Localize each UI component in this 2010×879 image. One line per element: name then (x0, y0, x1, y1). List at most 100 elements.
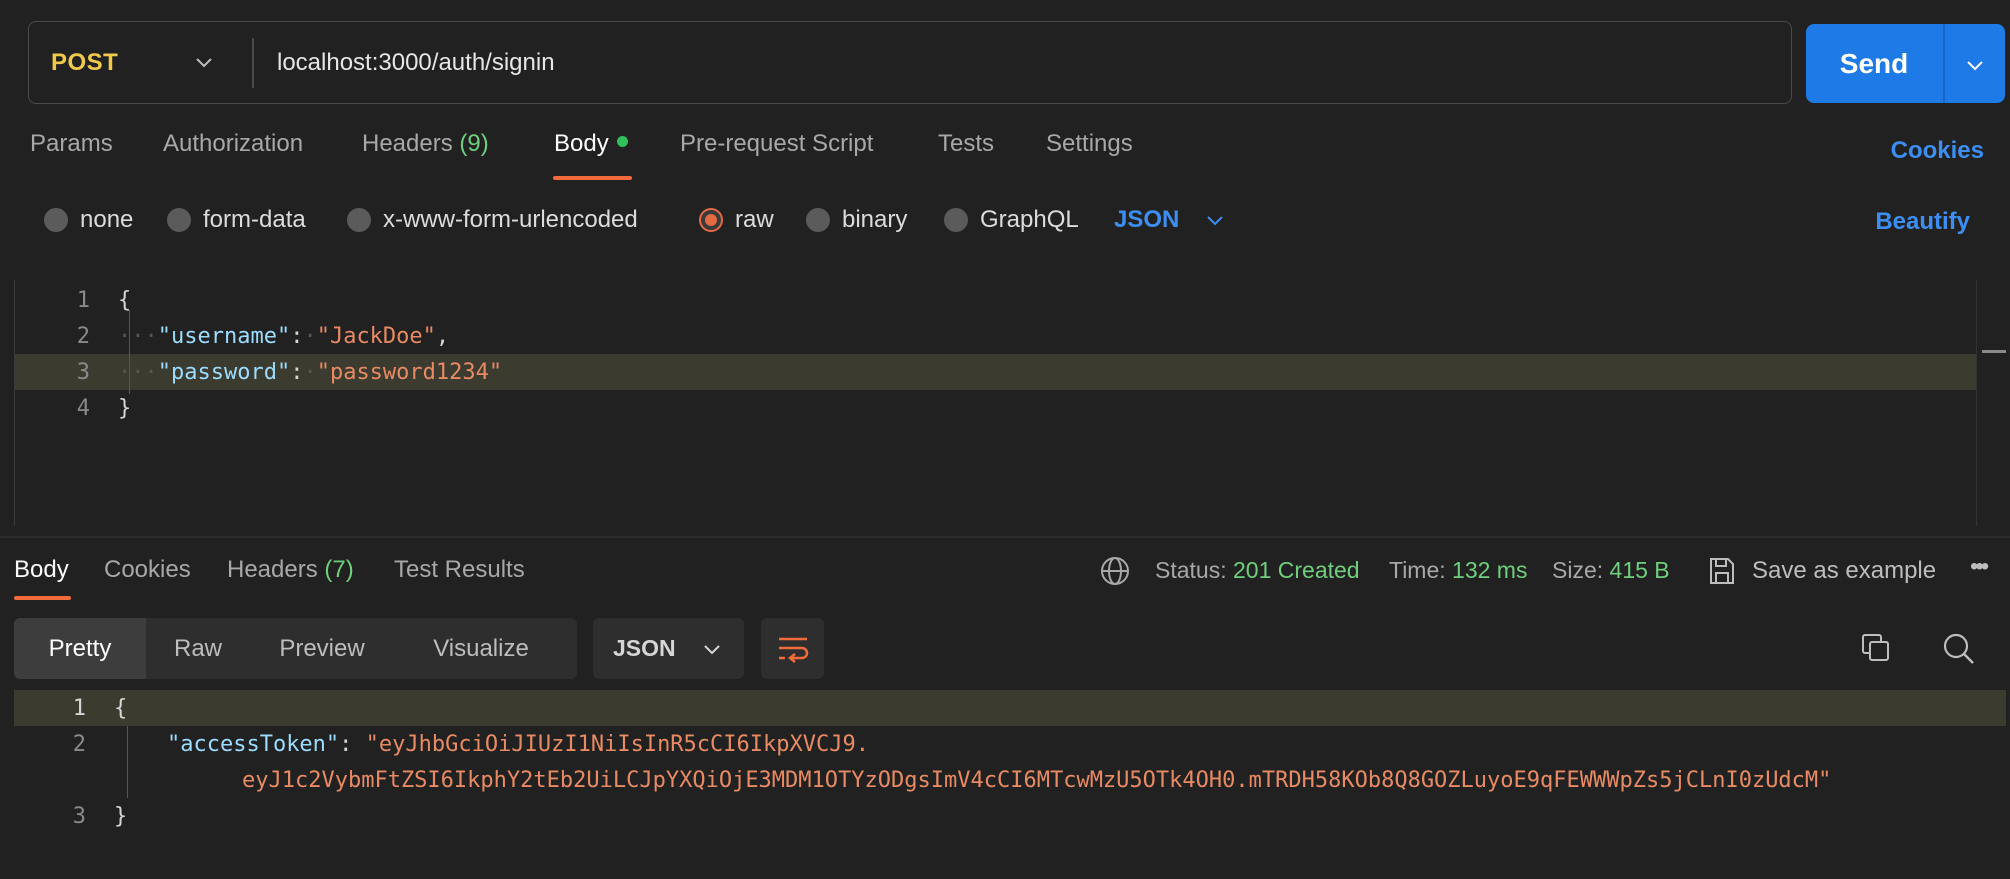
save-example-label: Save as example (1752, 557, 1937, 584)
json-string-continuation: eyJ1c2VybmFtZSI6IkphY2tEb2UiLCJpYXQiOjE3… (242, 768, 1832, 793)
code-text: { (118, 288, 131, 313)
tab-headers[interactable]: Headers (9) (362, 130, 489, 158)
tab-body[interactable]: Body (554, 130, 628, 158)
copy-icon[interactable] (1860, 632, 1892, 664)
brace: } (118, 395, 132, 421)
globe-icon[interactable] (1099, 555, 1131, 587)
format-label: JSON (613, 635, 676, 661)
radio-none[interactable]: none (44, 206, 133, 234)
radio-form-data[interactable]: form-data (167, 206, 306, 234)
pane-divider[interactable] (0, 536, 2010, 538)
language-select[interactable]: JSON (1114, 206, 1225, 234)
indent-guide (129, 310, 130, 394)
brace: } (114, 803, 128, 829)
code-text: ···"username":·"JackDoe", (118, 323, 450, 349)
search-icon[interactable] (1942, 632, 1976, 666)
status-label: Status: (1155, 557, 1227, 583)
view-raw-button[interactable]: Raw (146, 618, 250, 679)
code-line: 4 } (15, 390, 1977, 426)
resp-tab-cookies[interactable]: Cookies (104, 556, 191, 584)
code-line-current: 1 { (14, 690, 2006, 726)
radio-label: x-www-form-urlencoded (383, 206, 638, 233)
save-as-example-button[interactable]: Save as example (1708, 556, 1936, 586)
size-label: Size: (1552, 557, 1604, 583)
radio-circle (167, 208, 191, 232)
line-number: 3 (76, 359, 90, 385)
line-number: 2 (76, 323, 90, 349)
tab-tests[interactable]: Tests (938, 130, 994, 158)
radio-label: GraphQL (980, 206, 1079, 233)
tab-headers-label: Headers (362, 130, 453, 157)
radio-circle-selected (699, 208, 723, 232)
active-tab-indicator (553, 176, 632, 180)
view-pretty-button[interactable]: Pretty (14, 618, 146, 679)
view-visualize-button[interactable]: Visualize (394, 618, 568, 679)
divider (252, 38, 254, 88)
method-select[interactable]: POST (29, 22, 253, 103)
line-number: 2 (72, 731, 86, 757)
json-key: "accessToken" (166, 731, 340, 757)
json-string: "password1234" (316, 359, 503, 385)
size-value: 415 B (1609, 557, 1670, 583)
response-format-select[interactable]: JSON (593, 618, 744, 679)
cookies-link[interactable]: Cookies (1891, 137, 1984, 165)
tab-settings[interactable]: Settings (1046, 130, 1133, 158)
time-label: Time: (1389, 557, 1446, 583)
view-preview-button[interactable]: Preview (250, 618, 394, 679)
wrap-lines-button[interactable] (761, 618, 824, 679)
radio-label: binary (842, 206, 908, 233)
response-body-viewer[interactable]: 1 { 2 "accessToken": "eyJhbGciOiJIUzI1Ni… (0, 690, 2010, 879)
request-body-editor[interactable]: 1 { 2 ···"username":·"JackDoe", 3 ···"pa… (14, 280, 2006, 526)
code-line: 2 "accessToken": "eyJhbGciOiJIUzI1NiIsIn… (14, 726, 2006, 762)
headers-count: (9) (459, 130, 489, 157)
json-string: "JackDoe" (316, 323, 436, 349)
send-button[interactable]: Send (1806, 24, 2005, 103)
chevron-down-icon (196, 58, 212, 68)
status-readout[interactable]: Status: 201 Created (1155, 557, 1360, 584)
beautify-button[interactable]: Beautify (1875, 208, 1970, 236)
code-text: "accessToken": "eyJhbGciOiJIUzI1NiIsInR5… (166, 731, 869, 757)
radio-circle (44, 208, 68, 232)
tab-body-label: Body (554, 130, 609, 157)
save-icon (1710, 558, 1734, 584)
send-label: Send (1839, 47, 1909, 79)
active-tab-indicator (14, 596, 71, 600)
code-text: { (114, 696, 127, 721)
scrollbar[interactable] (1976, 280, 2006, 526)
size-readout[interactable]: Size: 415 B (1552, 557, 1670, 584)
indent-guide (127, 726, 128, 798)
tab-authorization[interactable]: Authorization (163, 130, 303, 158)
resp-tab-test-results[interactable]: Test Results (394, 556, 525, 584)
line-number: 1 (76, 287, 90, 313)
modified-dot-icon (616, 136, 628, 147)
chevron-down-icon (703, 644, 720, 654)
url-input[interactable]: localhost:3000/auth/signin (277, 22, 555, 103)
url-bar: POST localhost:3000/auth/signin (28, 21, 1792, 104)
radio-graphql[interactable]: GraphQL (944, 206, 1079, 234)
radio-urlencoded[interactable]: x-www-form-urlencoded (347, 206, 638, 234)
code-text: ···"password":·"password1234" (118, 359, 503, 385)
resp-tab-headers-label: Headers (227, 556, 318, 583)
code-text: } (114, 804, 127, 829)
code-text: } (118, 396, 131, 421)
chevron-down-icon[interactable] (1965, 55, 1985, 75)
tab-pre-request-script[interactable]: Pre-request Script (680, 130, 873, 158)
radio-raw[interactable]: raw (699, 206, 774, 234)
radio-binary[interactable]: binary (806, 206, 907, 234)
brace: { (118, 287, 132, 313)
line-number: 4 (76, 395, 90, 421)
headers-count: (7) (324, 556, 354, 583)
scroll-thumb[interactable] (1982, 350, 2006, 353)
resp-tab-body[interactable]: Body (14, 556, 69, 584)
radio-circle (944, 208, 968, 232)
tab-params[interactable]: Params (30, 130, 113, 158)
time-value: 132 ms (1452, 557, 1528, 583)
more-options-icon[interactable]: ••• (1970, 553, 1989, 581)
time-readout[interactable]: Time: 132 ms (1389, 557, 1527, 584)
radio-label: none (80, 206, 134, 233)
wrap-icon (778, 637, 808, 663)
code-line: 3 } (14, 798, 2006, 834)
radio-circle (347, 208, 371, 232)
code-line-current: 3 ···"password":·"password1234" (15, 354, 1977, 390)
resp-tab-headers[interactable]: Headers (7) (227, 556, 354, 584)
